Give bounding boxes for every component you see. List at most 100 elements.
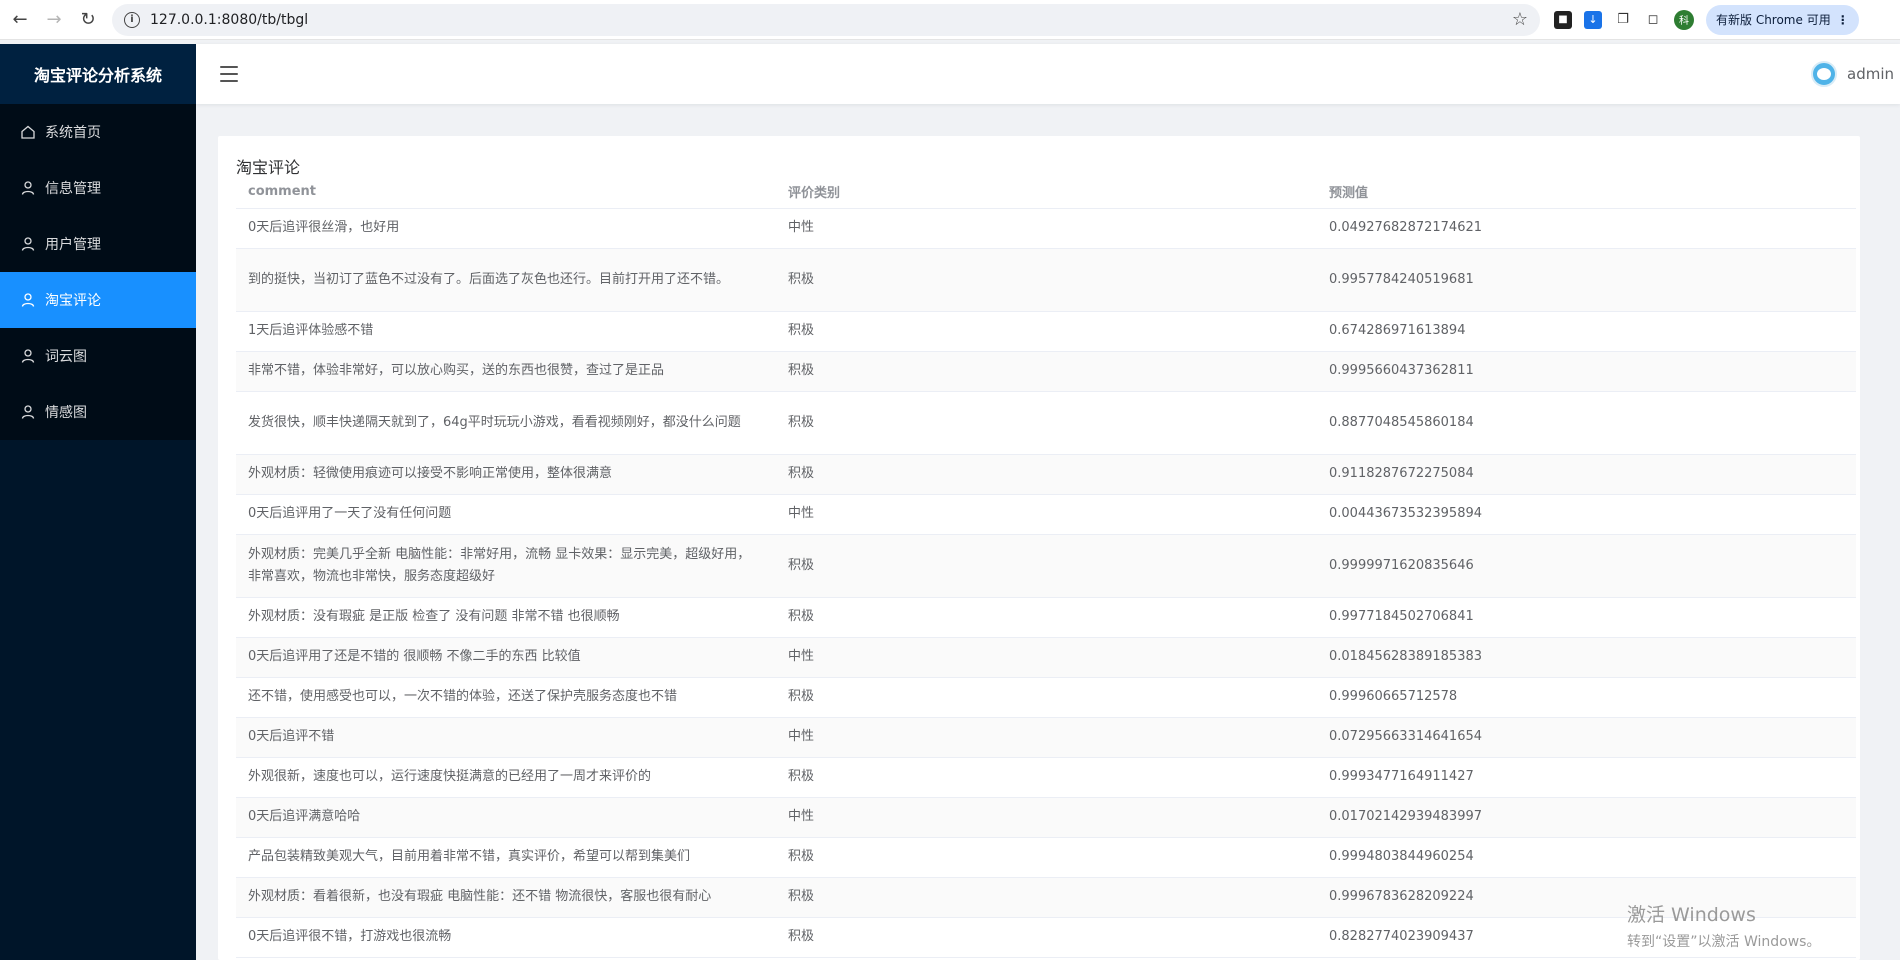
table-row[interactable]: 外观材质：看着很新，也没有瑕疵 电脑性能：还不错 物流很快，客服也很有耐心 积极…	[236, 877, 1856, 918]
extension-icon[interactable]: ■	[1554, 10, 1572, 29]
sidebar-item-label: 用户管理	[45, 237, 101, 253]
category-cell: 积极	[776, 837, 1317, 878]
reload-icon[interactable]: ↻	[74, 6, 102, 34]
comment-cell: 0天后追评不错	[236, 717, 776, 758]
table-header-row: comment 评价类别 预测值	[236, 176, 1856, 209]
category-cell: 积极	[776, 677, 1317, 718]
table-row[interactable]: 发货很快，顺丰快递隔天就到了，64g平时玩玩小游戏，看看视频刚好，都没什么问题 …	[236, 391, 1856, 455]
comment-cell: 产品包装精致美观大气，目前用着非常不错，真实评价，希望可以帮到集美们	[236, 837, 776, 878]
sidebar-item-taobao-comments[interactable]: 淘宝评论	[0, 272, 196, 328]
watermark-subtitle: 转到“设置”以激活 Windows。	[1627, 934, 1821, 950]
category-cell: 积极	[776, 351, 1317, 392]
forward-arrow-icon[interactable]: →	[40, 6, 68, 34]
category-cell: 积极	[776, 391, 1317, 455]
copy-extension-icon[interactable]: ❐	[1614, 11, 1632, 29]
table-row[interactable]: 0天后追评满意哈哈 中性 0.01702142939483997	[236, 797, 1856, 838]
category-cell: 积极	[776, 534, 1317, 598]
comments-table: comment 评价类别 预测值 0天后追评很丝滑，也好用 中性 0.04927…	[236, 176, 1856, 958]
comment-cell: 发货很快，顺丰快递隔天就到了，64g平时玩玩小游戏，看看视频刚好，都没什么问题	[236, 391, 776, 455]
category-cell: 积极	[776, 454, 1317, 495]
table-body: 0天后追评很丝滑，也好用 中性 0.04927682872174621 到的挺快…	[236, 208, 1856, 958]
user-icon	[20, 292, 36, 308]
username[interactable]: admin	[1847, 65, 1894, 83]
value-cell: 0.9118287672275084	[1317, 454, 1856, 495]
value-cell: 0.9994803844960254	[1317, 837, 1856, 878]
top-header: admin	[196, 44, 1900, 104]
value-cell: 0.9957784240519681	[1317, 248, 1856, 312]
column-header-comment: comment	[236, 176, 776, 209]
table-row[interactable]: 0天后追评不错 中性 0.07295663314641654	[236, 717, 1856, 758]
table-row[interactable]: 0天后追评用了还是不错的 很顺畅 不像二手的东西 比较值 中性 0.018456…	[236, 637, 1856, 678]
table-row[interactable]: 0天后追评很丝滑，也好用 中性 0.04927682872174621	[236, 208, 1856, 249]
user-icon	[20, 404, 36, 420]
table-row[interactable]: 外观材质：没有瑕疵 是正版 检查了 没有问题 非常不错 也很顺畅 积极 0.99…	[236, 597, 1856, 638]
category-cell: 中性	[776, 208, 1317, 249]
table-row[interactable]: 0天后追评用了一天了没有任何问题 中性 0.00443673532395894	[236, 494, 1856, 535]
table-row[interactable]: 0天后追评很不错，打游戏也很流畅 积极 0.8282774023909437	[236, 917, 1856, 958]
value-cell: 0.9999971620835646	[1317, 534, 1856, 598]
bookmark-star-icon[interactable]: ☆	[1512, 9, 1528, 30]
value-cell: 0.9977184502706841	[1317, 597, 1856, 638]
table-row[interactable]: 外观很新，速度也可以，运行速度快挺满意的已经用了一周才来评价的 积极 0.999…	[236, 757, 1856, 798]
sidebar-item-label: 情感图	[45, 405, 87, 421]
comment-cell: 0天后追评用了还是不错的 很顺畅 不像二手的东西 比较值	[236, 637, 776, 678]
profile-avatar[interactable]: 科	[1674, 9, 1694, 30]
home-icon	[20, 124, 36, 140]
avatar[interactable]	[1811, 61, 1837, 87]
category-cell: 积极	[776, 597, 1317, 638]
windows-activation-watermark: 激活 Windows 转到“设置”以激活 Windows。	[1627, 900, 1820, 951]
user-icon	[20, 236, 36, 252]
sidebar-item-wordcloud[interactable]: 词云图	[0, 328, 196, 384]
puzzle-extensions-icon[interactable]: ◻	[1644, 11, 1662, 29]
sidebar-item-sentiment[interactable]: 情感图	[0, 384, 196, 440]
comment-cell: 外观材质：没有瑕疵 是正版 检查了 没有问题 非常不错 也很顺畅	[236, 597, 776, 638]
value-cell: 0.9995660437362811	[1317, 351, 1856, 392]
menu-toggle-icon[interactable]	[220, 66, 238, 82]
category-cell: 积极	[776, 248, 1317, 312]
value-cell: 0.04927682872174621	[1317, 208, 1856, 249]
sidebar-item-users[interactable]: 用户管理	[0, 216, 196, 272]
comment-cell: 0天后追评很不错，打游戏也很流畅	[236, 917, 776, 958]
browser-toolbar: ← → ↻ i 127.0.0.1:8080/tb/tbgl ☆ ■ ↓ ❐ ◻…	[0, 0, 1900, 40]
back-arrow-icon[interactable]: ←	[6, 6, 34, 34]
category-cell: 积极	[776, 917, 1317, 958]
table-row[interactable]: 还不错，使用感受也可以，一次不错的体验，还送了保护壳服务态度也不错 积极 0.9…	[236, 677, 1856, 718]
comment-cell: 1天后追评体验感不错	[236, 311, 776, 352]
table-row[interactable]: 1天后追评体验感不错 积极 0.674286971613894	[236, 311, 1856, 352]
category-cell: 中性	[776, 797, 1317, 838]
value-cell: 0.01702142939483997	[1317, 797, 1856, 838]
value-cell: 0.01845628389185383	[1317, 637, 1856, 678]
user-icon	[20, 348, 36, 364]
table-row[interactable]: 到的挺快，当初订了蓝色不过没有了。后面选了灰色也还行。目前打开用了还不错。 积极…	[236, 248, 1856, 312]
category-cell: 积极	[776, 311, 1317, 352]
table-row[interactable]: 外观材质：轻微使用痕迹可以接受不影响正常使用，整体很满意 积极 0.911828…	[236, 454, 1856, 495]
page-title: 淘宝评论	[236, 158, 301, 177]
user-icon	[20, 180, 36, 196]
address-bar[interactable]: i 127.0.0.1:8080/tb/tbgl ☆	[112, 3, 1540, 36]
comment-cell: 非常不错，体验非常好，可以放心购买，送的东西也很赞，查过了是正品	[236, 351, 776, 392]
user-menu[interactable]: admin	[1811, 61, 1894, 87]
comment-cell: 0天后追评很丝滑，也好用	[236, 208, 776, 249]
sidebar: 淘宝评论分析系统 系统首页 信息管理 用户管理 淘宝评论 词云图 情感图	[0, 44, 196, 960]
comment-cell: 外观材质：轻微使用痕迹可以接受不影响正常使用，整体很满意	[236, 454, 776, 495]
url-text[interactable]: 127.0.0.1:8080/tb/tbgl	[150, 12, 1512, 28]
download-extension-icon[interactable]: ↓	[1584, 10, 1602, 29]
comment-cell: 外观很新，速度也可以，运行速度快挺满意的已经用了一周才来评价的	[236, 757, 776, 798]
comment-cell: 到的挺快，当初订了蓝色不过没有了。后面选了灰色也还行。目前打开用了还不错。	[236, 248, 776, 312]
value-cell: 0.99960665712578	[1317, 677, 1856, 718]
table-row[interactable]: 外观材质：完美几乎全新 电脑性能：非常好用，流畅 显卡效果：显示完美，超级好用，…	[236, 534, 1856, 598]
sidebar-item-label: 淘宝评论	[45, 293, 101, 309]
table-row[interactable]: 产品包装精致美观大气，目前用着非常不错，真实评价，希望可以帮到集美们 积极 0.…	[236, 837, 1856, 878]
sidebar-item-home[interactable]: 系统首页	[0, 104, 196, 160]
chrome-update-button[interactable]: 有新版 Chrome 可用 ⋮	[1706, 4, 1859, 35]
comment-cell: 0天后追评用了一天了没有任何问题	[236, 494, 776, 535]
more-menu-icon[interactable]: ⋮	[1837, 13, 1849, 27]
sidebar-item-info[interactable]: 信息管理	[0, 160, 196, 216]
site-info-icon[interactable]: i	[124, 11, 140, 28]
comment-cell: 外观材质：看着很新，也没有瑕疵 电脑性能：还不错 物流很快，客服也很有耐心	[236, 877, 776, 918]
content-card: 淘宝评论 comment 评价类别 预测值 0天后追评很丝滑，也好用 中性 0.…	[218, 136, 1860, 960]
category-cell: 积极	[776, 877, 1317, 918]
table-row[interactable]: 非常不错，体验非常好，可以放心购买，送的东西也很赞，查过了是正品 积极 0.99…	[236, 351, 1856, 392]
sidebar-item-label: 词云图	[45, 349, 87, 365]
column-header-category: 评价类别	[776, 176, 1317, 209]
